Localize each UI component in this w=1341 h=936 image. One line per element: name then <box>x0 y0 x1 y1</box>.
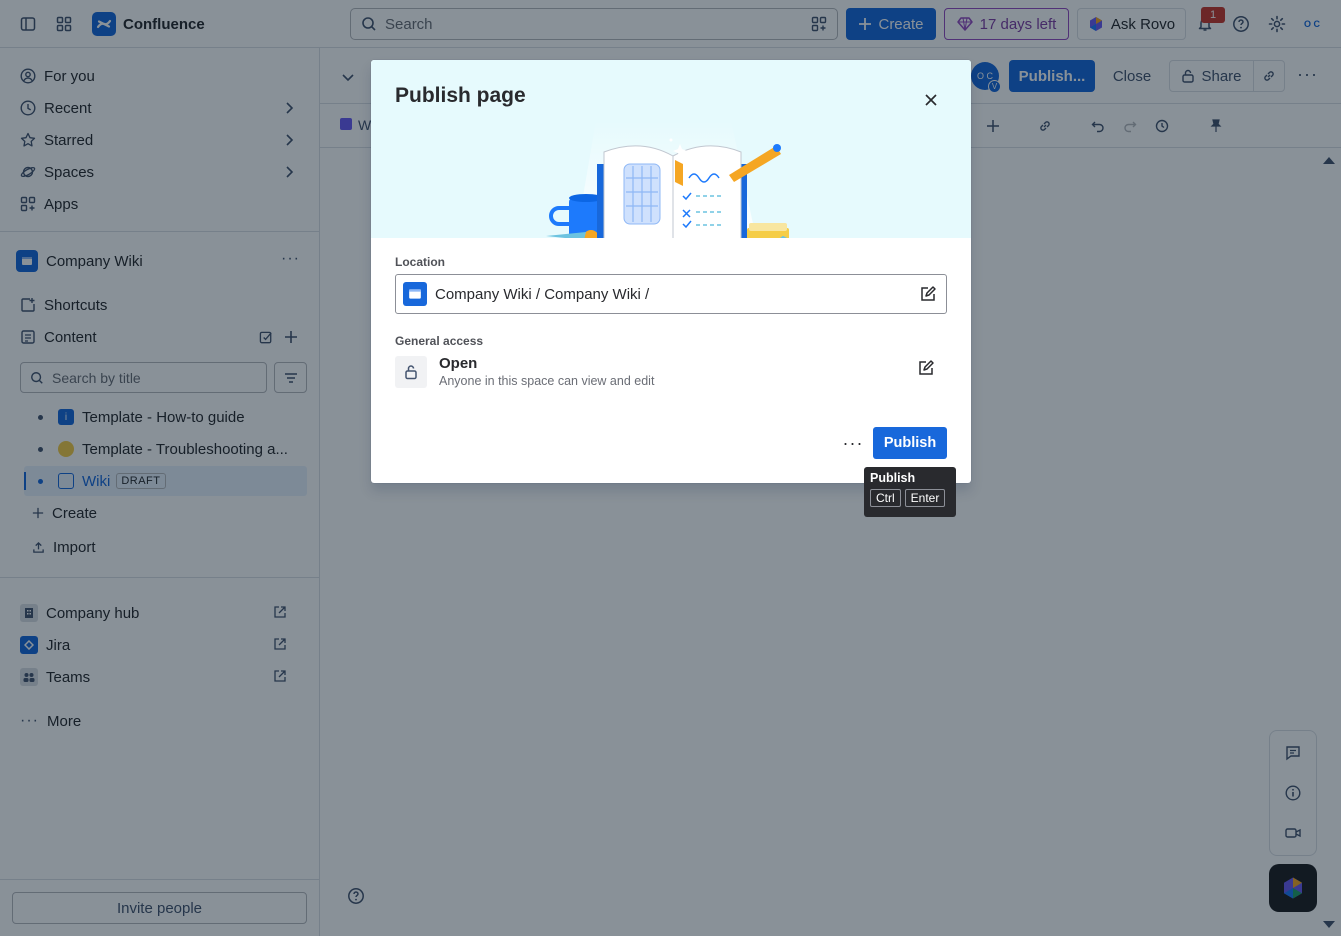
close-icon <box>925 94 937 106</box>
tooltip-title: Publish <box>870 471 916 485</box>
edit-access-icon[interactable] <box>917 359 935 377</box>
location-label: Location <box>395 255 445 269</box>
keyboard-shortcut: Ctrl Enter <box>870 489 950 507</box>
publish-button[interactable]: Publish <box>873 427 947 459</box>
more-options-icon[interactable]: ··· <box>841 431 865 455</box>
key-ctrl: Ctrl <box>870 489 901 507</box>
general-access-label: General access <box>395 334 484 348</box>
access-level: Open <box>439 355 478 372</box>
location-field[interactable]: Company Wiki / Company Wiki / <box>395 274 947 314</box>
dialog-title: Publish page <box>395 84 526 107</box>
key-enter: Enter <box>904 489 946 507</box>
publish-page-dialog: Publish page Location Company Wiki / Com… <box>371 60 971 483</box>
edit-location-icon[interactable] <box>919 285 937 303</box>
close-dialog-button[interactable] <box>919 88 943 112</box>
access-description: Anyone in this space can view and edit <box>439 374 655 388</box>
lock-open-icon <box>395 356 427 388</box>
publish-tooltip: Publish Ctrl Enter <box>864 467 956 517</box>
location-value: Company Wiki / Company Wiki / <box>435 285 650 303</box>
space-icon <box>403 282 427 306</box>
